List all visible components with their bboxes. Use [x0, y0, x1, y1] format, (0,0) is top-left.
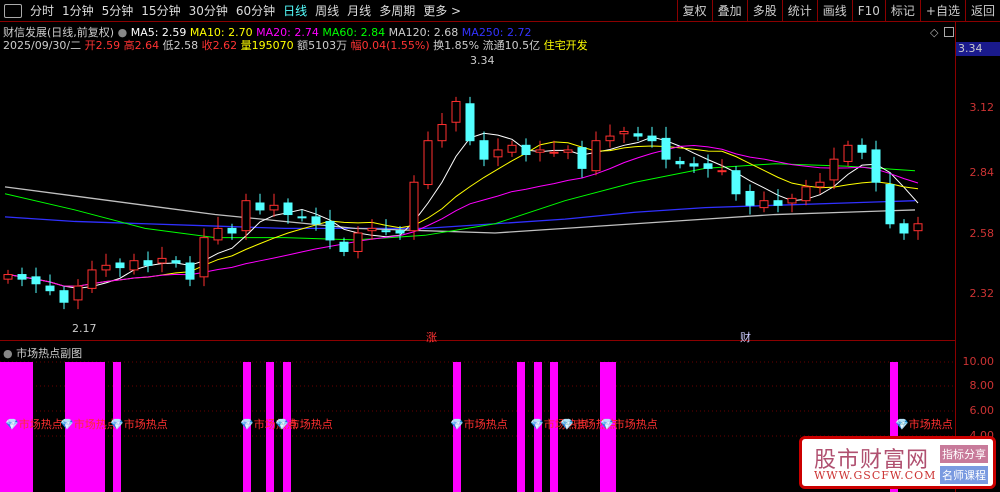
candle-body [633, 133, 643, 137]
candle-body [423, 140, 433, 186]
candle-body [59, 290, 69, 303]
candle-body [745, 190, 755, 206]
candle-body [451, 100, 461, 123]
candle-body [115, 262, 125, 269]
candle-body [507, 144, 517, 153]
candle-body [549, 151, 559, 154]
candle-body [675, 160, 685, 165]
hot-label: 💎市场热点 [600, 417, 658, 431]
candle-body [157, 257, 167, 264]
candle-body [563, 149, 573, 153]
indicator-share-button[interactable]: 指标分享 [940, 445, 988, 463]
candle-body [87, 269, 97, 289]
candle-body [689, 163, 699, 167]
candle-body [185, 262, 195, 280]
candle-body [829, 158, 839, 181]
max-price-label: 3.34 [470, 54, 495, 67]
candle-body [297, 216, 307, 219]
candle-body [591, 140, 601, 172]
candle-body [661, 137, 671, 160]
candle-body [255, 202, 265, 211]
sub-chart-title: ● 市场热点副图 [3, 347, 83, 360]
candle-body [311, 216, 321, 225]
candle-body [479, 140, 489, 160]
candle-body [913, 223, 923, 232]
hot-label: 💎市场热点 [110, 417, 168, 431]
candle-body [843, 144, 853, 162]
candle-body [31, 276, 41, 285]
candle-body [759, 200, 769, 209]
candle-body [101, 264, 111, 271]
candle-body [395, 230, 405, 234]
tick: 2.84 [969, 166, 995, 179]
candle-body [353, 232, 363, 252]
candle-body [899, 223, 909, 234]
candle-body [325, 220, 335, 241]
candle-body [269, 204, 279, 211]
candle-body [801, 186, 811, 202]
candle-body [647, 135, 657, 142]
finance-mark[interactable]: 财 [740, 329, 751, 345]
current-price-highlight: 3.34 [956, 42, 1000, 56]
candle-body [773, 200, 783, 206]
watermark-logo: 股市财富网 WWW.GSCFW.COM 指标分享 名师课程 [799, 436, 996, 489]
candle-body [171, 260, 181, 264]
candle-body [227, 227, 237, 234]
candle-body [605, 135, 615, 142]
candle-body [731, 170, 741, 195]
candle-body [73, 285, 83, 301]
price-chart[interactable]: 💎市场热点💎市场热点💎市场热点 💎市场热点💎市场热点 💎市场热点 💎市场热点💎市场热点… [0, 0, 955, 492]
candle-body [535, 149, 545, 153]
candle-body [213, 227, 223, 241]
candle-body [619, 130, 629, 135]
candle-body [521, 144, 531, 156]
hot-label: 💎市场热点 [275, 417, 333, 431]
tick: 3.12 [969, 101, 995, 114]
tick: 2.32 [969, 287, 995, 300]
candle-body [367, 227, 377, 232]
sub-chart-title-text: 市场热点副图 [16, 347, 83, 360]
min-price-label: 2.17 [72, 322, 97, 335]
price-axis: 3.12 2.84 2.58 2.32 10.00 8.00 6.00 4.00 [955, 22, 1000, 492]
watermark-url: WWW.GSCFW.COM [814, 469, 937, 482]
candle-body [3, 274, 13, 280]
pane-divider[interactable] [0, 340, 955, 341]
candle-body [493, 149, 503, 158]
hot-label: 💎市场热点 [895, 417, 953, 431]
hot-label: 💎市场热点 [450, 417, 508, 431]
candle-body [871, 149, 881, 183]
limit-up-mark[interactable]: 涨 [426, 329, 437, 345]
candle-body [465, 103, 475, 142]
candle-body [283, 202, 293, 216]
candle-body [17, 274, 27, 280]
candle-body [787, 197, 797, 204]
tick: 8.00 [969, 379, 995, 392]
candle-body [409, 181, 419, 232]
candle-body [199, 237, 209, 278]
candle-body [703, 163, 713, 169]
tick: 2.58 [969, 227, 995, 240]
hot-label: 💎市场热点 [5, 417, 63, 431]
candle-body [885, 184, 895, 225]
candle-body [339, 241, 349, 252]
candle-body [143, 260, 153, 266]
candle-body [381, 230, 391, 233]
candle-body [437, 124, 447, 142]
candle-body [45, 285, 55, 292]
candle-body [129, 260, 139, 271]
course-button[interactable]: 名师课程 [940, 466, 988, 484]
candle-body [815, 181, 825, 188]
panel-toggle-icon[interactable] [944, 27, 954, 37]
candle-body [717, 170, 727, 173]
toolbar-button[interactable]: 返回 [964, 0, 1000, 22]
tick: 6.00 [969, 404, 995, 417]
candle-body [577, 147, 587, 169]
candle-body [857, 144, 867, 153]
hot-bar [517, 362, 525, 492]
candle-body [241, 200, 251, 232]
tick: 10.00 [962, 355, 995, 368]
diamond-icon[interactable]: ◇ [930, 26, 938, 39]
